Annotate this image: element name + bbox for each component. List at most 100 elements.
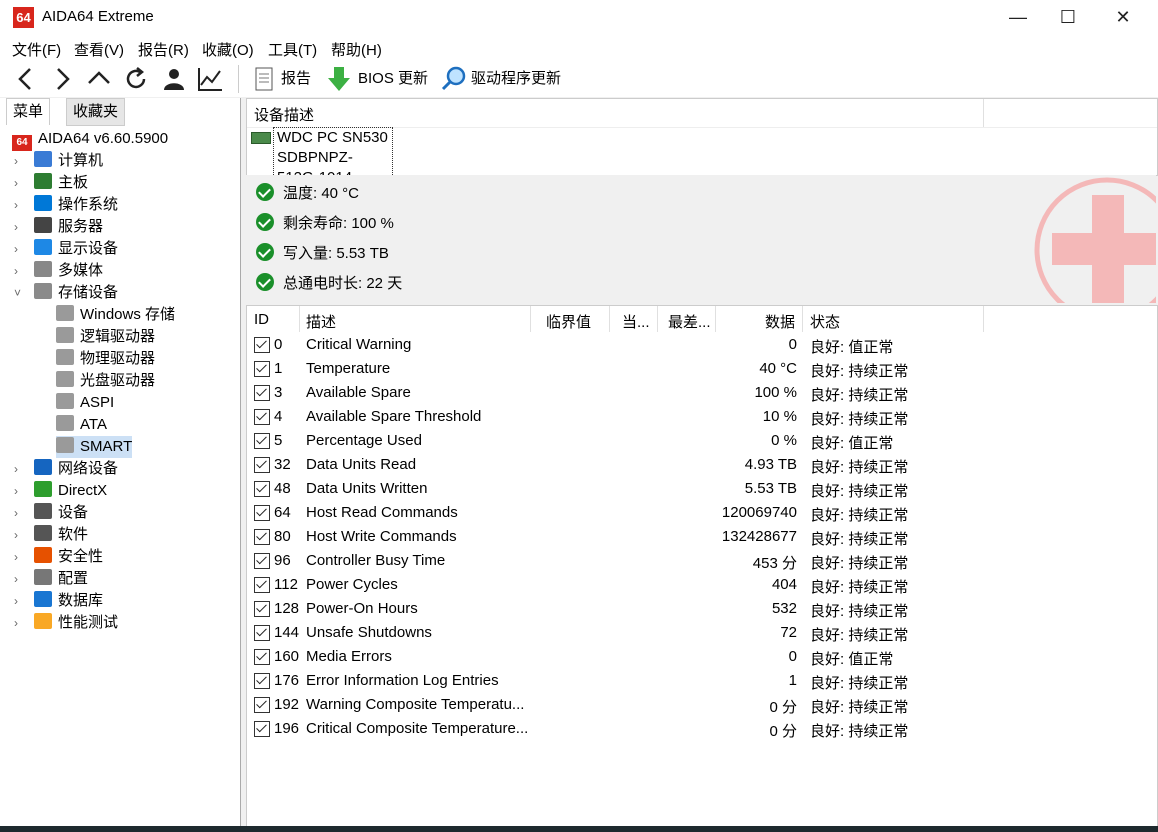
- table-row[interactable]: 48 Data Units Written 5.53 TB 良好: 持续正常: [247, 478, 1157, 502]
- table-row[interactable]: 32 Data Units Read 4.93 TB 良好: 持续正常: [247, 454, 1157, 478]
- chevron-right-icon[interactable]: ›: [14, 612, 28, 634]
- minimize-button[interactable]: —: [993, 0, 1043, 35]
- forward-icon[interactable]: [48, 65, 76, 93]
- driver-update-button[interactable]: 驱动程序更新: [471, 67, 561, 88]
- tree-item-windows[interactable]: › 操作系统: [14, 194, 118, 216]
- tree-item-devices[interactable]: › 设备: [14, 502, 88, 524]
- header-id[interactable]: ID: [254, 311, 269, 328]
- chevron-right-icon[interactable]: ›: [14, 238, 28, 260]
- tree-item-display[interactable]: › 显示设备: [14, 238, 118, 260]
- row-checkbox[interactable]: [254, 385, 270, 401]
- row-checkbox[interactable]: [254, 529, 270, 545]
- table-row[interactable]: 112 Power Cycles 404 良好: 持续正常: [247, 574, 1157, 598]
- menu-tools[interactable]: 工具(T): [268, 39, 317, 60]
- chevron-right-icon[interactable]: ›: [14, 524, 28, 546]
- tree-item-physical-drive[interactable]: 物理驱动器: [56, 348, 155, 370]
- table-row[interactable]: 196 Critical Composite Temperature... 0 分良…: [247, 718, 1157, 742]
- table-row[interactable]: 5 Percentage Used 0 % 良好: 值正常: [247, 430, 1157, 454]
- tree-item-windows-storage[interactable]: Windows 存储: [56, 304, 175, 326]
- row-checkbox[interactable]: [254, 577, 270, 593]
- table-row[interactable]: 0 Critical Warning 0 良好: 值正常: [247, 334, 1157, 358]
- close-button[interactable]: ✕: [1098, 0, 1148, 35]
- chevron-down-icon[interactable]: ˅: [14, 282, 28, 304]
- back-icon[interactable]: [12, 65, 40, 93]
- tree-item-optical-drive[interactable]: 光盘驱动器: [56, 370, 155, 392]
- menu-view[interactable]: 查看(V): [74, 39, 124, 60]
- row-checkbox[interactable]: [254, 505, 270, 521]
- tree-item-database[interactable]: › 数据库: [14, 590, 103, 612]
- report-button[interactable]: 报告: [281, 67, 311, 88]
- tree-item-security[interactable]: › 安全性: [14, 546, 103, 568]
- tab-menu[interactable]: 菜单: [6, 98, 51, 125]
- tree-item-storage[interactable]: ˅ 存储设备: [14, 282, 118, 304]
- maximize-button[interactable]: ☐: [1043, 0, 1093, 35]
- table-row[interactable]: 144 Unsafe Shutdowns 72 良好: 持续正常: [247, 622, 1157, 646]
- row-checkbox[interactable]: [254, 697, 270, 713]
- tree-item-aspi[interactable]: ASPI: [56, 392, 114, 414]
- menu-help[interactable]: 帮助(H): [331, 39, 382, 60]
- row-checkbox[interactable]: [254, 649, 270, 665]
- table-row[interactable]: 4 Available Spare Threshold 10 % 良好: 持续正常: [247, 406, 1157, 430]
- chevron-right-icon[interactable]: ›: [14, 172, 28, 194]
- chevron-right-icon[interactable]: ›: [14, 568, 28, 590]
- tab-favorites[interactable]: 收藏夹: [66, 98, 126, 126]
- header-threshold[interactable]: 临界值: [546, 311, 591, 332]
- chevron-right-icon[interactable]: ›: [14, 502, 28, 524]
- table-row[interactable]: 3 Available Spare 100 % 良好: 持续正常: [247, 382, 1157, 406]
- header-desc[interactable]: 描述: [306, 311, 336, 332]
- chevron-right-icon[interactable]: ›: [14, 194, 28, 216]
- tree-item-benchmark[interactable]: › 性能测试: [14, 612, 118, 634]
- tree-root[interactable]: 64 AIDA64 v6.60.5900: [12, 128, 168, 151]
- up-icon[interactable]: [85, 65, 113, 93]
- row-checkbox[interactable]: [254, 361, 270, 377]
- bios-update-button[interactable]: BIOS 更新: [358, 67, 428, 88]
- table-row[interactable]: 192 Warning Composite Temperatu... 0 分良好: …: [247, 694, 1157, 718]
- tree-item-ata[interactable]: ATA: [56, 414, 107, 436]
- tree-item-network[interactable]: › 网络设备: [14, 458, 118, 480]
- chevron-right-icon[interactable]: ›: [14, 150, 28, 172]
- table-row[interactable]: 160 Media Errors 0 良好: 值正常: [247, 646, 1157, 670]
- table-row[interactable]: 64 Host Read Commands 120069740 良好: 持续正常: [247, 502, 1157, 526]
- row-checkbox[interactable]: [254, 337, 270, 353]
- chevron-right-icon[interactable]: ›: [14, 590, 28, 612]
- menu-favorites[interactable]: 收藏(O): [202, 39, 254, 60]
- row-checkbox[interactable]: [254, 673, 270, 689]
- menu-report[interactable]: 报告(R): [138, 39, 189, 60]
- chevron-right-icon[interactable]: ›: [14, 458, 28, 480]
- tree-item-server[interactable]: › 服务器: [14, 216, 103, 238]
- table-row[interactable]: 96 Controller Busy Time 453 分良好: 持续正常: [247, 550, 1157, 574]
- row-checkbox[interactable]: [254, 433, 270, 449]
- tree-item-smart[interactable]: SMART: [56, 436, 133, 458]
- row-checkbox[interactable]: [254, 721, 270, 737]
- row-checkbox[interactable]: [254, 409, 270, 425]
- menu-file[interactable]: 文件(F): [12, 39, 61, 60]
- header-current[interactable]: 当...: [622, 311, 650, 332]
- row-checkbox[interactable]: [254, 481, 270, 497]
- chevron-right-icon[interactable]: ›: [14, 216, 28, 238]
- table-row[interactable]: 128 Power-On Hours 532 良好: 持续正常: [247, 598, 1157, 622]
- tree-item-config[interactable]: › 配置: [14, 568, 88, 590]
- tree-item-multimedia[interactable]: › 多媒体: [14, 260, 103, 282]
- table-row[interactable]: 1 Temperature 40 °C 良好: 持续正常: [247, 358, 1157, 382]
- row-checkbox[interactable]: [254, 457, 270, 473]
- chevron-right-icon[interactable]: ›: [14, 260, 28, 282]
- chevron-right-icon[interactable]: ›: [14, 546, 28, 568]
- tree-item-software[interactable]: › 软件: [14, 524, 88, 546]
- table-row[interactable]: 80 Host Write Commands 132428677 良好: 持续正常: [247, 526, 1157, 550]
- tree-item-motherboard[interactable]: › 主板: [14, 172, 88, 194]
- user-icon[interactable]: [160, 65, 188, 93]
- chart-icon[interactable]: [196, 65, 224, 93]
- tree-item-logical-drive[interactable]: 逻辑驱动器: [56, 326, 155, 348]
- row-checkbox[interactable]: [254, 625, 270, 641]
- row-checkbox[interactable]: [254, 601, 270, 617]
- header-worst[interactable]: 最差...: [668, 311, 711, 332]
- motherboard-icon: [34, 173, 52, 189]
- tree-item-directx[interactable]: › DirectX: [14, 480, 107, 502]
- tree-item-computer[interactable]: › 计算机: [14, 150, 103, 172]
- header-data[interactable]: 数据: [765, 311, 795, 332]
- refresh-icon[interactable]: [122, 65, 150, 93]
- row-checkbox[interactable]: [254, 553, 270, 569]
- header-status[interactable]: 状态: [810, 311, 840, 332]
- table-row[interactable]: 176 Error Information Log Entries 1 良好: 持续正…: [247, 670, 1157, 694]
- chevron-right-icon[interactable]: ›: [14, 480, 28, 502]
